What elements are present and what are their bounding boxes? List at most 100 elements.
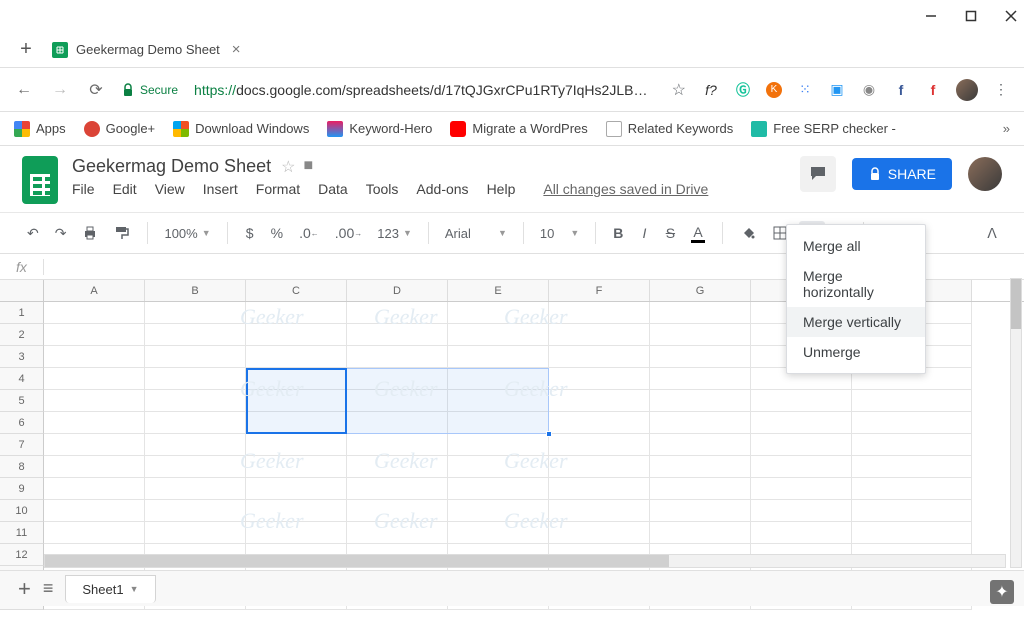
bm-gplus[interactable]: Google+: [84, 121, 156, 137]
decrease-decimal-button[interactable]: .0←: [294, 221, 324, 245]
merge-horizontal-item[interactable]: Merge horizontally: [787, 261, 925, 307]
horizontal-scrollbar[interactable]: [44, 554, 1006, 568]
cell[interactable]: [44, 412, 145, 434]
cell[interactable]: [347, 522, 448, 544]
cell[interactable]: [44, 324, 145, 346]
row-header[interactable]: 9: [0, 478, 44, 500]
row-header[interactable]: 3: [0, 346, 44, 368]
cell[interactable]: [549, 434, 650, 456]
cell[interactable]: [145, 346, 246, 368]
bm-dlwin[interactable]: Download Windows: [173, 121, 309, 137]
bold-button[interactable]: B: [608, 221, 628, 245]
sheet-tab-caret-icon[interactable]: ▼: [130, 584, 139, 594]
comments-button[interactable]: [800, 156, 836, 192]
cell[interactable]: [347, 302, 448, 324]
cell[interactable]: [145, 412, 246, 434]
bookmark-overflow-icon[interactable]: »: [1003, 121, 1010, 136]
cell[interactable]: [448, 412, 549, 434]
row-header[interactable]: 7: [0, 434, 44, 456]
cell[interactable]: [246, 456, 347, 478]
ext-k-icon[interactable]: K: [766, 82, 782, 98]
browser-tab[interactable]: Geekermag Demo Sheet ×: [40, 34, 253, 66]
maximize-button[interactable]: [962, 7, 980, 25]
cell[interactable]: [44, 368, 145, 390]
cell[interactable]: [751, 500, 852, 522]
sheet-tab[interactable]: Sheet1▼: [65, 575, 155, 603]
cell[interactable]: [246, 478, 347, 500]
cell[interactable]: [347, 368, 448, 390]
merge-all-item[interactable]: Merge all: [787, 231, 925, 261]
cell[interactable]: [145, 434, 246, 456]
cell[interactable]: [448, 390, 549, 412]
cell[interactable]: [44, 434, 145, 456]
hscroll-thumb[interactable]: [45, 555, 669, 567]
cell[interactable]: [852, 500, 972, 522]
row-header[interactable]: 8: [0, 456, 44, 478]
cell[interactable]: [650, 434, 751, 456]
minimize-button[interactable]: [922, 7, 940, 25]
col-header[interactable]: D: [347, 280, 448, 301]
cell[interactable]: [751, 412, 852, 434]
cell[interactable]: [751, 456, 852, 478]
cell[interactable]: [347, 456, 448, 478]
zoom-dropdown[interactable]: 100%▼: [160, 226, 214, 241]
ext-f-red-icon[interactable]: f: [924, 82, 942, 98]
unmerge-item[interactable]: Unmerge: [787, 337, 925, 367]
cell[interactable]: [751, 478, 852, 500]
col-header[interactable]: A: [44, 280, 145, 301]
cell[interactable]: [44, 346, 145, 368]
cell[interactable]: [650, 478, 751, 500]
cell[interactable]: [650, 522, 751, 544]
cell[interactable]: [650, 500, 751, 522]
font-dropdown[interactable]: Arial▼: [441, 226, 511, 241]
col-header[interactable]: C: [246, 280, 347, 301]
cell[interactable]: [650, 302, 751, 324]
cell[interactable]: [44, 390, 145, 412]
account-avatar[interactable]: [968, 157, 1002, 191]
row-header[interactable]: 11: [0, 522, 44, 544]
cell[interactable]: [347, 346, 448, 368]
cell[interactable]: [549, 346, 650, 368]
cell[interactable]: [650, 324, 751, 346]
cell[interactable]: [852, 412, 972, 434]
cell[interactable]: [751, 522, 852, 544]
cell[interactable]: [852, 390, 972, 412]
row-header[interactable]: 12: [0, 544, 44, 566]
cell[interactable]: [448, 324, 549, 346]
undo-button[interactable]: ↶: [22, 221, 44, 246]
vertical-scrollbar[interactable]: [1010, 278, 1022, 568]
cell[interactable]: [44, 302, 145, 324]
folder-icon[interactable]: ■: [303, 157, 313, 177]
menu-data[interactable]: Data: [318, 181, 348, 197]
cell[interactable]: [448, 302, 549, 324]
ext-camera-icon[interactable]: ◉: [860, 81, 878, 98]
row-header[interactable]: 10: [0, 500, 44, 522]
cell[interactable]: [347, 412, 448, 434]
menu-addons[interactable]: Add-ons: [416, 181, 468, 197]
reload-button[interactable]: ⟳: [86, 80, 106, 100]
selection-handle[interactable]: [546, 431, 552, 437]
row-header[interactable]: 5: [0, 390, 44, 412]
cell[interactable]: [145, 478, 246, 500]
vscroll-thumb[interactable]: [1011, 279, 1021, 329]
cell[interactable]: [549, 478, 650, 500]
menu-format[interactable]: Format: [256, 181, 300, 197]
cell[interactable]: [448, 478, 549, 500]
cell[interactable]: [44, 478, 145, 500]
cell[interactable]: [145, 368, 246, 390]
cell[interactable]: [145, 500, 246, 522]
cell[interactable]: [246, 390, 347, 412]
bm-serp[interactable]: Free SERP checker -: [751, 121, 896, 137]
doc-title-input[interactable]: Geekermag Demo Sheet: [72, 156, 271, 177]
cell[interactable]: [852, 456, 972, 478]
cell[interactable]: [650, 368, 751, 390]
font-size-dropdown[interactable]: 10▼: [536, 226, 583, 241]
ext-screenshot-icon[interactable]: ▣: [828, 81, 846, 98]
cell[interactable]: [448, 368, 549, 390]
cell[interactable]: [448, 522, 549, 544]
ext-facebook-icon[interactable]: f: [892, 82, 910, 98]
menu-tools[interactable]: Tools: [366, 181, 399, 197]
cell[interactable]: [549, 456, 650, 478]
star-doc-icon[interactable]: ☆: [281, 157, 295, 177]
cell[interactable]: [246, 368, 347, 390]
